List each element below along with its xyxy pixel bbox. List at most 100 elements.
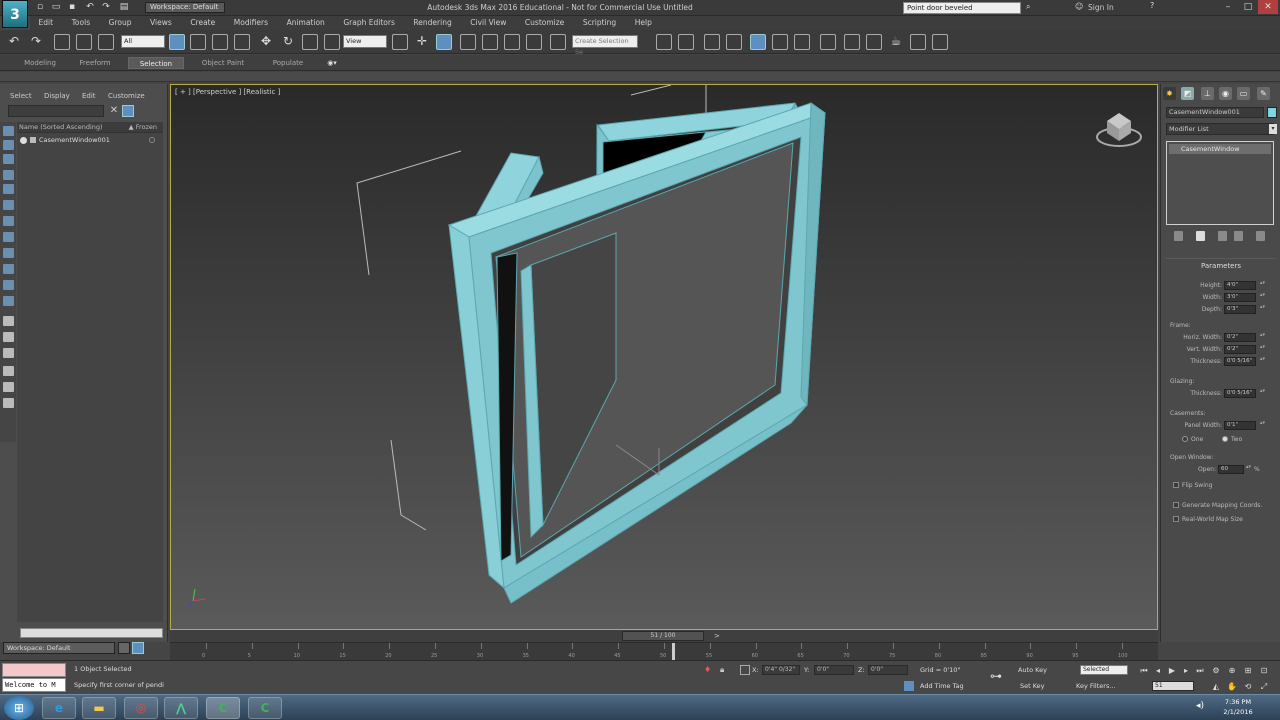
workspace-dropdown[interactable]: Workspace: Default (145, 2, 225, 13)
menu-rendering[interactable]: Rendering (413, 16, 451, 30)
select-and-link-icon[interactable] (54, 34, 70, 50)
close-icon[interactable]: ✕ (1258, 0, 1278, 14)
curve-editor-icon[interactable] (750, 34, 766, 50)
ribbon-toggle-icon[interactable] (726, 34, 742, 50)
zoom-icon[interactable]: ⊕ (1226, 665, 1238, 676)
unlink-icon[interactable] (76, 34, 92, 50)
zoom-extents-icon[interactable]: ⊡ (1258, 665, 1270, 676)
set-key-mode-icon[interactable]: ⊶ (990, 669, 1012, 683)
remove-modifier-icon[interactable] (1234, 231, 1243, 241)
project-folder-icon[interactable]: ▤ (118, 2, 130, 13)
percent-snap-icon[interactable] (504, 34, 520, 50)
clear-search-icon[interactable]: ✕ (108, 105, 120, 117)
time-tag-icon[interactable] (904, 681, 914, 691)
hidden-filter-icon[interactable] (3, 348, 14, 358)
rotate-icon[interactable]: ↻ (280, 34, 296, 50)
ribbon-options-icon[interactable]: ◉▾ (322, 57, 342, 69)
glazing-thickness-field[interactable]: 0'0 5/16" (1224, 389, 1256, 398)
visibility-icon[interactable] (20, 137, 27, 144)
display-invert-icon[interactable] (3, 154, 14, 164)
column-name-header[interactable]: Name (Sorted Ascending) (19, 123, 103, 131)
chrome-icon[interactable]: ◎ (124, 697, 158, 719)
freeze-icon[interactable] (149, 137, 155, 143)
spinner-snap-icon[interactable] (526, 34, 542, 50)
redo-icon[interactable]: ↷ (28, 34, 44, 50)
menu-graph-editors[interactable]: Graph Editors (343, 16, 395, 30)
vert-width-field[interactable]: 0'2" (1224, 345, 1256, 354)
explorer-menu-select[interactable]: Select (10, 90, 32, 102)
selection-lock-icon[interactable]: 🔒︎ (720, 665, 730, 675)
tab-selection[interactable]: Selection (128, 57, 184, 69)
menu-scripting[interactable]: Scripting (583, 16, 616, 30)
pan-view-icon[interactable]: ✋ (1226, 681, 1238, 692)
workspace-selector[interactable]: Workspace: Default (3, 642, 115, 654)
a360-gallery-icon[interactable] (932, 34, 948, 50)
rectangle-selection-icon[interactable] (212, 34, 228, 50)
auto-key-button[interactable]: Auto Key (1018, 665, 1047, 675)
user-icon[interactable]: ☺ (1075, 2, 1085, 13)
3ds-max-taskbar-icon[interactable]: ⋀ (164, 697, 198, 719)
redo-icon[interactable]: ↷ (100, 2, 112, 13)
minimize-icon[interactable]: – (1218, 0, 1238, 14)
helpers-filter-icon[interactable] (3, 232, 14, 242)
field-of-view-icon[interactable]: ◭ (1210, 681, 1222, 692)
height-spinner[interactable]: ▴▾ (1260, 281, 1265, 290)
depth-field[interactable]: 0'3" (1224, 305, 1256, 314)
z-coordinate-field[interactable]: 0'0" (868, 665, 908, 675)
column-frozen-header[interactable]: ▲ Frozen (129, 122, 157, 133)
menu-help[interactable]: Help (635, 16, 652, 30)
selection-filter-dropdown[interactable]: All (121, 35, 165, 48)
menu-group[interactable]: Group (109, 16, 132, 30)
layers-icon[interactable] (118, 642, 130, 654)
help-icon[interactable]: ? (1150, 1, 1160, 13)
space-warps-filter-icon[interactable] (3, 248, 14, 258)
explorer-menu-edit[interactable]: Edit (82, 90, 96, 102)
layer-explorer-icon[interactable] (704, 34, 720, 50)
previous-key-icon[interactable]: ◂ (1152, 665, 1164, 676)
key-selection-dropdown[interactable]: Selected (1080, 665, 1128, 675)
select-manipulate-icon[interactable]: ✛ (414, 34, 430, 50)
configure-sets-icon[interactable] (1256, 231, 1265, 241)
menu-create[interactable]: Create (190, 16, 215, 30)
maxscript-listener-input[interactable]: Welcome to M (2, 678, 66, 692)
sync-selection-icon[interactable] (3, 382, 14, 392)
absolute-mode-icon[interactable] (740, 665, 750, 675)
real-world-map-checkbox[interactable] (1173, 516, 1179, 522)
vert-width-spinner[interactable]: ▴▾ (1260, 345, 1265, 354)
height-field[interactable]: 4'0" (1224, 281, 1256, 290)
schematic-view-icon[interactable] (772, 34, 788, 50)
system-clock[interactable]: 7:36 PM 2/1/2016 (1218, 697, 1258, 717)
lock-cell-editing-icon[interactable] (3, 398, 14, 408)
panel-width-field[interactable]: 0'1" (1224, 421, 1256, 430)
rollout-title[interactable]: Parameters (1166, 261, 1276, 271)
go-to-end-icon[interactable]: ⏭ (1194, 665, 1206, 676)
geometry-filter-icon[interactable] (3, 170, 14, 180)
display-tab-icon[interactable]: ▭ (1237, 87, 1250, 100)
scene-explorer-toggle-icon[interactable] (132, 642, 144, 654)
tab-modeling[interactable]: Modeling (14, 57, 66, 69)
maximize-icon[interactable]: □ (1238, 0, 1258, 14)
render-iterative-icon[interactable]: ☕ (888, 34, 904, 50)
one-radio[interactable] (1182, 436, 1188, 442)
containers-filter-icon[interactable] (3, 316, 14, 326)
time-slider-thumb[interactable]: 51 / 100 (622, 631, 704, 641)
start-button[interactable]: ⊞ (4, 696, 34, 720)
mirror-icon[interactable] (656, 34, 672, 50)
infocenter-search-input[interactable]: Point door beveled (903, 2, 1021, 14)
explorer-horizontal-scrollbar[interactable] (20, 628, 163, 638)
frame-thickness-field[interactable]: 0'0 5/16" (1224, 357, 1256, 366)
camtasia-recorder-icon[interactable]: C (248, 697, 282, 719)
frozen-filter-icon[interactable] (3, 332, 14, 342)
frame-thickness-spinner[interactable]: ▴▾ (1260, 357, 1265, 366)
horz-width-spinner[interactable]: ▴▾ (1260, 333, 1265, 342)
file-explorer-icon[interactable]: ▬ (82, 697, 116, 719)
lights-filter-icon[interactable] (3, 200, 14, 210)
key-filters-button[interactable]: Key Filters... (1076, 681, 1116, 691)
explorer-column-header[interactable]: Name (Sorted Ascending) ▲ Frozen (17, 122, 163, 133)
panel-width-spinner[interactable]: ▴▾ (1260, 421, 1265, 430)
menu-customize[interactable]: Customize (525, 16, 564, 30)
align-icon[interactable] (678, 34, 694, 50)
zoom-all-icon[interactable]: ⊞ (1242, 665, 1254, 676)
modifier-list-dropdown[interactable]: Modifier List ▾ (1166, 123, 1277, 135)
hierarchy-tab-icon[interactable]: ⊥ (1201, 87, 1214, 100)
